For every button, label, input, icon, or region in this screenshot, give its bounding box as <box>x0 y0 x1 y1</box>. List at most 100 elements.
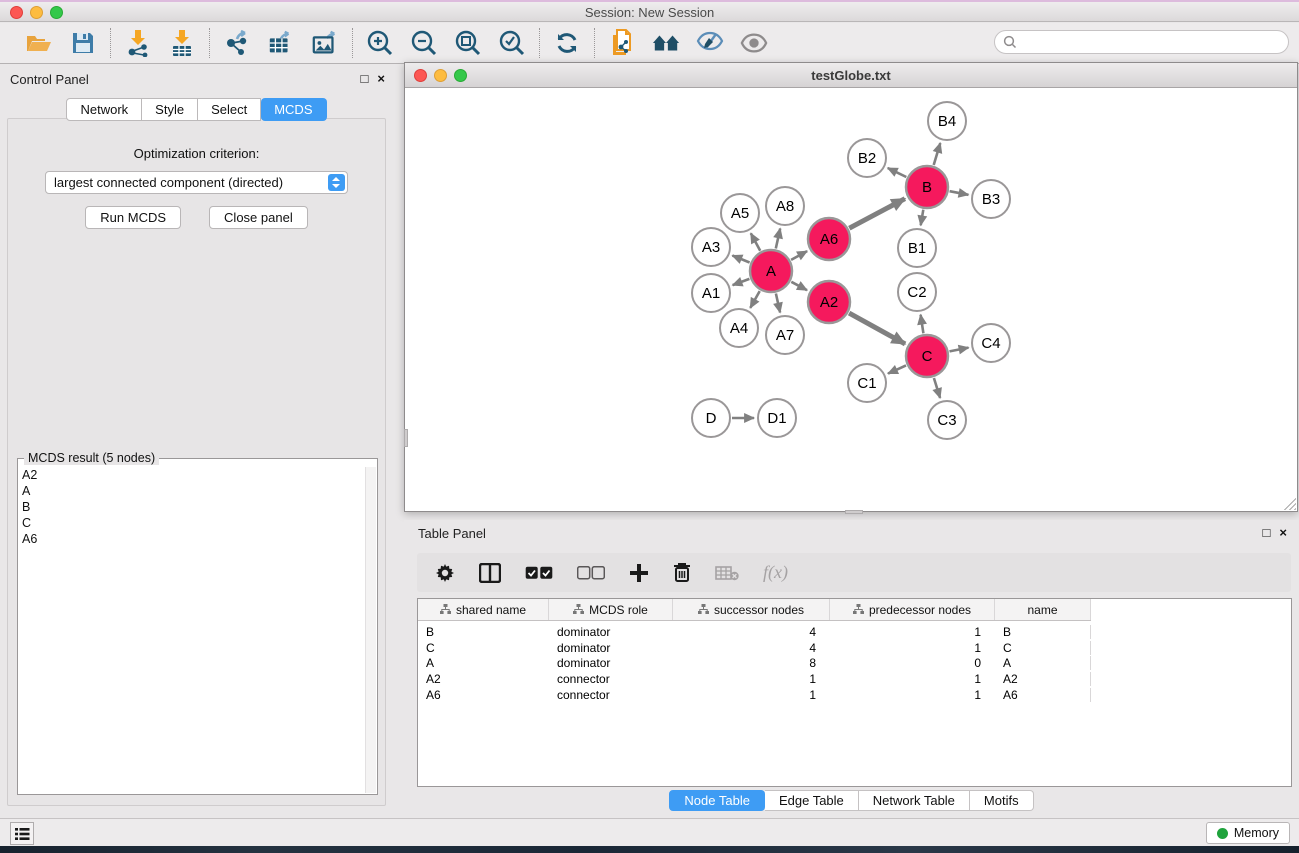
tab-style[interactable]: Style <box>142 98 198 121</box>
select-all-icon[interactable] <box>525 561 553 585</box>
scrollbar[interactable] <box>365 467 376 793</box>
list-item[interactable]: A2 <box>22 467 365 483</box>
graph-node-A1[interactable]: A1 <box>692 274 730 312</box>
graph-edge-C-C2[interactable] <box>921 315 924 334</box>
graph-node-A6[interactable]: A6 <box>808 218 850 260</box>
close-panel-button[interactable]: Close panel <box>209 206 308 229</box>
pane-divider-handle[interactable] <box>845 510 863 514</box>
graph-edge-A-A6[interactable] <box>791 251 807 260</box>
tab-mcds[interactable]: MCDS <box>261 98 326 121</box>
graph-node-D1[interactable]: D1 <box>758 399 796 437</box>
import-table-icon[interactable] <box>168 29 196 57</box>
graph-node-A8[interactable]: A8 <box>766 187 804 225</box>
tab-node-table[interactable]: Node Table <box>669 790 765 811</box>
graph-node-A3[interactable]: A3 <box>692 228 730 266</box>
network-canvas[interactable]: B4 B2 B B3 A5A8A6 B1 A3 A A1 C2 A2 A4A7 C4 C C1 C3 D D1 <box>405 88 1297 511</box>
graph-edge-B-B3[interactable] <box>950 191 969 195</box>
graph-edge-A-A1[interactable] <box>733 279 750 285</box>
graph-node-B1[interactable]: B1 <box>898 229 936 267</box>
list-item[interactable]: A <box>22 483 365 499</box>
graph-edge-A6-B[interactable] <box>849 199 905 229</box>
table-row[interactable]: A6 connector 1 1 A6 <box>418 687 1291 703</box>
table-row[interactable]: C dominator 4 1 C <box>418 640 1291 656</box>
tab-edge-table[interactable]: Edge Table <box>765 790 859 811</box>
float-panel-icon[interactable]: □ <box>1263 525 1271 540</box>
pane-divider-handle[interactable] <box>404 429 408 447</box>
graph-node-A4[interactable]: A4 <box>720 309 758 347</box>
home-icon[interactable] <box>652 29 680 57</box>
list-item[interactable]: B <box>22 499 365 515</box>
tab-network-table[interactable]: Network Table <box>859 790 970 811</box>
graph-node-C3[interactable]: C3 <box>928 401 966 439</box>
graph-node-B2[interactable]: B2 <box>848 139 886 177</box>
table-row[interactable]: B dominator 4 1 B <box>418 624 1291 640</box>
export-network-icon[interactable] <box>223 29 251 57</box>
graph-node-B4[interactable]: B4 <box>928 102 966 140</box>
graph-node-C1[interactable]: C1 <box>848 364 886 402</box>
tab-select[interactable]: Select <box>198 98 261 121</box>
graph-edge-B-B4[interactable] <box>934 143 941 165</box>
refresh-icon[interactable] <box>553 29 581 57</box>
graph-edge-A-A7[interactable] <box>776 294 780 313</box>
zoom-out-icon[interactable] <box>410 29 438 57</box>
task-history-button[interactable] <box>10 822 34 845</box>
import-network-icon[interactable] <box>124 29 152 57</box>
graph-edge-A-A8[interactable] <box>776 229 780 249</box>
graph-node-B3[interactable]: B3 <box>972 180 1010 218</box>
column-header-shared-name[interactable]: shared name <box>418 599 549 620</box>
graph-node-A2[interactable]: A2 <box>808 281 850 323</box>
graph-edge-C-C3[interactable] <box>934 378 940 398</box>
graph-edge-A-A4[interactable] <box>750 291 759 308</box>
float-panel-icon[interactable]: □ <box>361 71 369 86</box>
search-input[interactable] <box>1017 32 1288 52</box>
graph-edge-A-A2[interactable] <box>791 282 807 290</box>
column-header-mcds-role[interactable]: MCDS role <box>549 599 673 620</box>
tab-motifs[interactable]: Motifs <box>970 790 1034 811</box>
graph-node-A5[interactable]: A5 <box>721 194 759 232</box>
graph-node-C[interactable]: C <box>906 335 948 377</box>
close-panel-icon[interactable]: × <box>1279 525 1287 540</box>
network-window-titlebar[interactable]: testGlobe.txt <box>405 63 1297 88</box>
graph-node-D[interactable]: D <box>692 399 730 437</box>
graph-node-A7[interactable]: A7 <box>766 316 804 354</box>
table-row[interactable]: A dominator 8 0 A <box>418 656 1291 672</box>
graph-node-C2[interactable]: C2 <box>898 273 936 311</box>
graph-node-B[interactable]: B <box>906 166 948 208</box>
export-table-icon[interactable] <box>267 29 295 57</box>
graph-edge-C-C4[interactable] <box>950 348 969 352</box>
list-item[interactable]: A6 <box>22 531 365 547</box>
list-item[interactable]: C <box>22 515 365 531</box>
zoom-selected-icon[interactable] <box>498 29 526 57</box>
delete-trash-icon[interactable] <box>673 561 691 585</box>
export-image-icon[interactable] <box>311 29 339 57</box>
close-panel-icon[interactable]: × <box>377 71 385 86</box>
zoom-in-icon[interactable] <box>366 29 394 57</box>
resize-grip-icon[interactable] <box>1283 497 1296 510</box>
search-box[interactable] <box>994 30 1289 54</box>
graph-edge-B-B1[interactable] <box>921 210 924 226</box>
add-column-icon[interactable] <box>629 561 649 585</box>
graph-edge-A-A3[interactable] <box>732 256 749 263</box>
tab-network[interactable]: Network <box>66 98 142 121</box>
open-folder-icon[interactable] <box>25 29 53 57</box>
table-settings-gear-icon[interactable] <box>435 561 455 585</box>
zoom-fit-icon[interactable] <box>454 29 482 57</box>
graph-node-A[interactable]: A <box>750 250 792 292</box>
column-view-icon[interactable] <box>479 561 501 585</box>
graph-node-C4[interactable]: C4 <box>972 324 1010 362</box>
graph-edge-A2-C[interactable] <box>849 313 905 344</box>
column-header-successor-nodes[interactable]: successor nodes <box>673 599 830 620</box>
save-icon[interactable] <box>69 29 97 57</box>
graph-edge-B-B2[interactable] <box>888 168 907 177</box>
optimization-criterion-select[interactable]: largest connected component (directed) <box>45 171 348 194</box>
graph-edge-A-A5[interactable] <box>751 233 760 250</box>
memory-button[interactable]: Memory <box>1206 822 1290 844</box>
show-hide-icon[interactable] <box>740 29 768 57</box>
table-row[interactable]: A2 connector 1 1 A2 <box>418 671 1291 687</box>
clone-network-icon[interactable] <box>608 29 636 57</box>
run-mcds-button[interactable]: Run MCDS <box>85 206 181 229</box>
column-header-predecessor-nodes[interactable]: predecessor nodes <box>830 599 995 620</box>
deselect-all-icon[interactable] <box>577 561 605 585</box>
column-header-name[interactable]: name <box>995 599 1091 620</box>
hide-annotations-icon[interactable] <box>696 29 724 57</box>
